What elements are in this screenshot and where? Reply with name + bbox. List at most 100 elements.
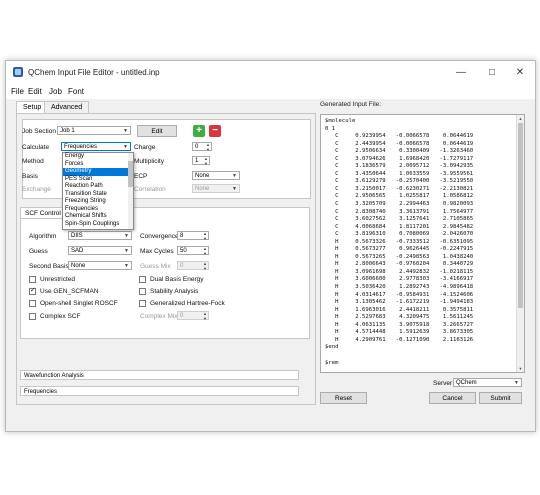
chevron-down-icon: ▼ <box>123 128 128 134</box>
menu-edit[interactable]: Edit <box>28 87 42 96</box>
ecp-label: ECP <box>134 173 148 180</box>
guess-mix-label: Guess Mix <box>140 263 171 270</box>
calculate-select[interactable]: Frequencies ▼ <box>61 142 131 151</box>
spin-arrows-icon: ▲ ▼ <box>203 231 207 241</box>
dropdown-option-reaction-path[interactable]: Reaction Path <box>63 183 133 191</box>
generated-input-scrollbar[interactable]: ▲ ▼ <box>516 115 524 372</box>
server-label: Server <box>433 380 453 387</box>
dropdown-option-frequencies[interactable]: Frequencies <box>63 206 133 214</box>
minimize-button[interactable]: — <box>451 65 471 81</box>
correlation-select: None ▼ <box>192 184 240 193</box>
dropdown-option-transition-state[interactable]: Transition State <box>63 191 133 199</box>
use-gen-scfman-label: Use GEN_SCFMAN <box>40 288 99 295</box>
close-button[interactable]: ✕ <box>510 65 530 81</box>
charge-label: Charge <box>134 144 156 151</box>
guess-value: SAD <box>71 248 84 254</box>
generated-input-title: Generated Input File: <box>320 101 382 108</box>
complex-mix-value: 0 <box>180 313 184 319</box>
server-select[interactable]: QChem ▼ <box>453 378 522 387</box>
app-icon <box>13 67 23 77</box>
add-job-button[interactable]: + <box>193 125 205 137</box>
dropdown-option-spin-spin[interactable]: Spin-Spin Couplings <box>63 221 133 229</box>
dropdown-option-energy[interactable]: Energy <box>63 153 133 161</box>
algorithm-select[interactable]: DIIS ▼ <box>68 231 132 240</box>
second-basis-value: None <box>71 263 86 269</box>
multiplicity-value: 1 <box>195 158 199 164</box>
convergence-label: Convergence <box>140 233 179 240</box>
basis-label: Basis <box>22 173 38 180</box>
wavefunction-analysis-header[interactable]: Wavefunction Analysis <box>20 370 299 380</box>
spin-arrows-icon: ▲ ▼ <box>203 311 207 321</box>
algorithm-value: DIIS <box>71 233 83 239</box>
dropdown-option-geometry[interactable]: Geometry <box>63 168 133 176</box>
generated-input-text: $molecule 0 1 C 0.9239954 -0.0066578 0.0… <box>325 118 474 366</box>
max-cycles-value: 50 <box>180 248 187 254</box>
gen-hf-checkbox[interactable] <box>139 300 146 307</box>
multiplicity-spinbox[interactable]: 1 ▲ ▼ <box>192 156 210 166</box>
dropdown-option-freezing-string[interactable]: Freezing String <box>63 198 133 206</box>
stability-checkbox[interactable] <box>139 288 146 295</box>
use-gen-scfman-checkbox[interactable] <box>29 286 36 295</box>
second-basis-select[interactable]: None ▼ <box>68 261 132 270</box>
spin-arrows-icon: ▲ ▼ <box>206 142 210 152</box>
edit-job-button[interactable]: Edit <box>137 125 177 137</box>
frequencies-header[interactable]: Frequencies <box>20 386 299 396</box>
job-section-value: Job 1 <box>60 128 75 134</box>
generated-input-textarea[interactable]: $molecule 0 1 C 0.9239954 -0.0066578 0.0… <box>320 114 525 373</box>
unrestricted-label: Unrestricted <box>40 276 76 283</box>
calculate-value: Frequencies <box>64 144 98 150</box>
chevron-down-icon: ▼ <box>232 186 237 192</box>
open-shell-label: Open-shell Singlet ROSCF <box>40 300 118 307</box>
dropdown-option-forces[interactable]: Forces <box>63 161 133 169</box>
submit-button[interactable]: Submit <box>479 392 522 404</box>
menu-file[interactable]: File <box>11 87 24 96</box>
chevron-down-icon: ▼ <box>514 380 519 386</box>
dropdown-option-chemical-shifts[interactable]: Chemical Shifts <box>63 213 133 221</box>
multiplicity-label: Multiplicity <box>134 158 164 165</box>
calculate-label: Calculate <box>22 144 50 151</box>
guess-select[interactable]: SAD ▼ <box>68 246 132 255</box>
guess-mix-spinbox: 0 ▲ ▼ <box>177 261 209 271</box>
maximize-button[interactable]: □ <box>482 65 502 81</box>
gen-hf-label: Generalized Hartree-Fock <box>150 300 225 307</box>
dropdown-option-pes-scan[interactable]: PES Scan <box>63 176 133 184</box>
dual-basis-checkbox[interactable] <box>139 276 146 283</box>
job-section-select[interactable]: Job 1 ▼ <box>57 126 131 135</box>
charge-spinbox[interactable]: 0 ▲ ▼ <box>192 142 212 152</box>
stability-label: Stability Analysis <box>150 288 199 295</box>
ecp-value: None <box>195 173 210 179</box>
scroll-up-icon[interactable]: ▲ <box>517 116 524 121</box>
dropdown-scroll-thumb[interactable] <box>128 161 133 187</box>
complex-scf-checkbox[interactable] <box>29 313 36 320</box>
guess-mix-value: 0 <box>180 263 184 269</box>
chevron-down-icon: ▼ <box>124 248 129 254</box>
reset-button[interactable]: Reset <box>320 392 367 404</box>
chevron-down-icon: ▼ <box>124 263 129 269</box>
scroll-thumb[interactable] <box>518 123 523 308</box>
charge-value: 0 <box>195 144 199 150</box>
title-bar: QChem Input File Editor - untitled.inp —… <box>6 61 535 85</box>
convergence-spinbox[interactable]: 8 ▲ ▼ <box>177 231 209 241</box>
remove-job-button[interactable]: − <box>209 125 221 137</box>
scroll-down-icon[interactable]: ▼ <box>517 366 524 371</box>
cancel-button[interactable]: Cancel <box>429 392 476 404</box>
correlation-label: Correlation <box>134 186 166 193</box>
exchange-label: Exchange <box>22 186 51 193</box>
second-basis-label: Second Basis <box>29 263 69 270</box>
guess-label: Guess <box>29 248 48 255</box>
job-section-label: Job Section <box>22 128 56 135</box>
menu-bar: File Edit Job Font <box>6 85 535 99</box>
method-label: Method <box>22 158 44 165</box>
menu-font[interactable]: Font <box>68 87 84 96</box>
ecp-select[interactable]: None ▼ <box>192 171 240 180</box>
complex-mix-spinbox: 0 ▲ ▼ <box>177 311 209 321</box>
window-title: QChem Input File Editor - untitled.inp <box>28 68 160 77</box>
calculate-dropdown-list: Energy Forces Geometry PES Scan Reaction… <box>62 152 134 230</box>
dropdown-scrollbar[interactable] <box>128 153 133 229</box>
algorithm-label: Algorithm <box>29 233 57 240</box>
menu-job[interactable]: Job <box>49 87 62 96</box>
unrestricted-checkbox[interactable] <box>29 276 36 283</box>
open-shell-checkbox[interactable] <box>29 300 36 307</box>
max-cycles-spinbox[interactable]: 50 ▲ ▼ <box>177 246 209 256</box>
complex-scf-label: Complex SCF <box>40 313 81 320</box>
